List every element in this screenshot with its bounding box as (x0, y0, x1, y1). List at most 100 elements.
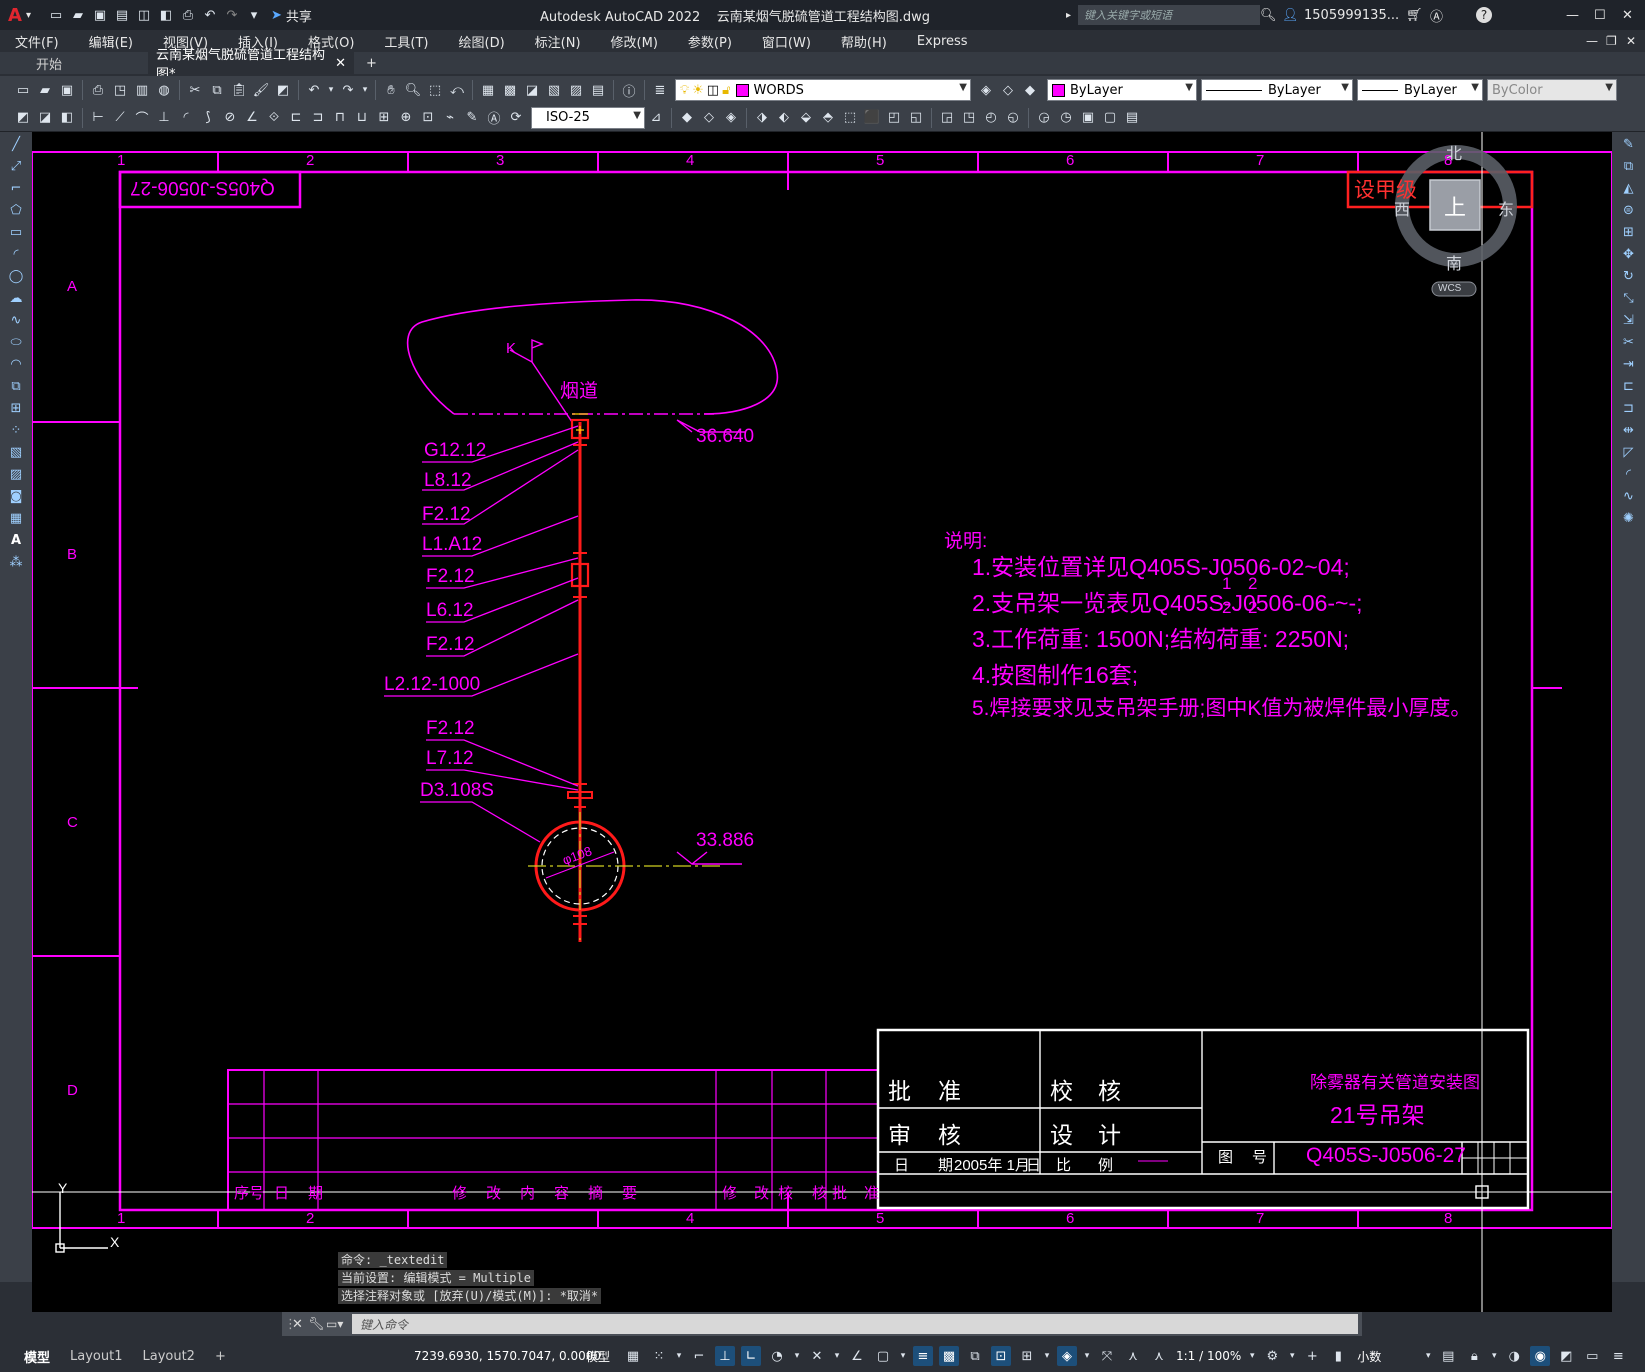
menu-edit[interactable]: 编辑(E) (74, 32, 148, 51)
quick-properties-icon[interactable]: ▤ (1438, 1346, 1458, 1366)
modify-6-icon[interactable]: ⬙ (797, 109, 815, 127)
viewcube-south[interactable]: 南 (1446, 250, 1462, 274)
command-input[interactable]: 键入命令 (352, 1314, 1358, 1334)
add-selected-icon[interactable]: ⁂ (5, 552, 27, 572)
dim-angular-icon[interactable]: ∠ (243, 109, 261, 127)
ortho-icon[interactable]: ∟ (741, 1346, 761, 1366)
paste-icon[interactable]: 📋︎ (230, 81, 248, 99)
dim-update-icon[interactable]: ⟳ (507, 109, 525, 127)
autocad-logo-icon[interactable]: A (8, 5, 22, 26)
modify-4-icon[interactable]: ⬗ (753, 109, 771, 127)
dim-continue-icon[interactable]: ⊐ (309, 109, 327, 127)
mirror-icon[interactable]: ◭ (1618, 178, 1640, 198)
annotation-scale-dropdown-icon[interactable]: ▾ (1248, 1346, 1256, 1366)
inspect-icon[interactable]: ⊡ (419, 109, 437, 127)
pan-icon[interactable]: ✋︎ (382, 81, 400, 99)
rectangle-icon[interactable]: ▭ (5, 222, 27, 242)
break-icon[interactable]: ⊐ (1618, 398, 1640, 418)
transparency-icon[interactable]: ▩ (939, 1346, 959, 1366)
dim-space-icon[interactable]: ⊓ (331, 109, 349, 127)
units-value[interactable]: 小数 (1357, 1348, 1417, 1365)
dynamic-input-icon[interactable]: ⊥ (715, 1346, 735, 1366)
properties-icon[interactable]: ▦ (479, 81, 497, 99)
move-icon[interactable]: ✥ (1618, 244, 1640, 264)
menu-draw[interactable]: 绘图(D) (444, 32, 520, 51)
circle-icon[interactable]: ◯ (5, 266, 27, 286)
layer-on-icon[interactable]: 💡︎ (680, 83, 689, 98)
graphics-performance-icon[interactable]: ◩ (1556, 1346, 1576, 1366)
object-snap-dropdown-icon[interactable]: ▾ (899, 1346, 907, 1366)
menu-modify[interactable]: 修改(M) (596, 32, 673, 51)
lineweight-icon[interactable]: ≡ (913, 1346, 933, 1366)
menu-window[interactable]: 窗口(W) (747, 32, 826, 51)
viewcube-east[interactable]: 东 (1498, 196, 1514, 220)
modify-18-icon[interactable]: ▣ (1079, 109, 1097, 127)
trim-icon[interactable]: ✂ (1618, 332, 1640, 352)
customization-icon[interactable]: ≡ (1608, 1346, 1628, 1366)
print-icon[interactable]: ⎙ (89, 81, 107, 99)
point-icon[interactable]: ⁘ (5, 420, 27, 440)
command-line-grip-icon[interactable]: ⋮ (284, 1317, 297, 1332)
region-icon[interactable]: ◙ (5, 486, 27, 506)
undo-tool-icon[interactable]: ↶ (305, 81, 323, 99)
modify-13-icon[interactable]: ◳ (960, 109, 978, 127)
save-icon[interactable]: ▣ (91, 6, 109, 24)
modify-3-icon[interactable]: ◈ (722, 109, 740, 127)
layer-lock-icon[interactable]: 🔓︎ (722, 83, 730, 98)
tool-b-icon[interactable]: ◪ (36, 109, 54, 127)
dynamic-ucs-icon[interactable]: ⊞ (1017, 1346, 1037, 1366)
markup-icon[interactable]: ▨ (567, 81, 585, 99)
dim-diameter-icon[interactable]: ⊘ (221, 109, 239, 127)
hatch-icon[interactable]: ▧ (5, 442, 27, 462)
snap-dropdown-icon[interactable]: ▾ (675, 1346, 683, 1366)
modify-9-icon[interactable]: ⬛ (863, 109, 881, 127)
rotate-icon[interactable]: ↻ (1618, 266, 1640, 286)
tab-model[interactable]: 模型 (14, 1345, 61, 1367)
color-dropdown[interactable]: ByLayer ▼ (1047, 79, 1197, 101)
isolate-objects-icon[interactable]: ◑ (1504, 1346, 1524, 1366)
layer-dropdown[interactable]: 💡︎ ☀ ◫ 🔓︎ WORDS ▼ (675, 79, 971, 101)
snap-icon[interactable]: ⁙ (649, 1346, 669, 1366)
menu-tools[interactable]: 工具(T) (369, 32, 443, 51)
copy-object-icon[interactable]: ⧉ (1618, 156, 1640, 176)
modify-1-icon[interactable]: ◆ (678, 109, 696, 127)
modify-8-icon[interactable]: ⬚ (841, 109, 859, 127)
modify-15-icon[interactable]: ◵ (1004, 109, 1022, 127)
hardware-acceleration-icon[interactable]: ◉ (1530, 1346, 1551, 1366)
match-properties-icon[interactable]: 🖌︎ (252, 81, 270, 99)
dim-jogged-icon[interactable]: ⟆ (199, 109, 217, 127)
viewcube-wcs[interactable]: WCS (1438, 283, 1461, 294)
space-toggle[interactable]: 模型 (586, 1348, 610, 1365)
arc-icon[interactable]: ◜ (5, 244, 27, 264)
minimize-button[interactable]: — (1566, 8, 1579, 23)
layer-properties-icon[interactable]: ≣ (651, 81, 669, 99)
units-dropdown-icon[interactable]: ▾ (1424, 1346, 1432, 1366)
auto-scale-icon[interactable]: ⋏ (1149, 1346, 1169, 1366)
linetype-dropdown[interactable]: ByLayer ▼ (1201, 79, 1353, 101)
search-icon[interactable]: 🔍︎ (1260, 8, 1277, 23)
sheet-set-icon[interactable]: ▧ (545, 81, 563, 99)
menu-help[interactable]: 帮助(H) (826, 32, 902, 51)
zoom-window-icon[interactable]: ⬚ (426, 81, 444, 99)
jogged-linear-icon[interactable]: ⌁ (441, 109, 459, 127)
redo-icon[interactable]: ↷ (223, 6, 241, 24)
menu-dimension[interactable]: 标注(N) (520, 32, 596, 51)
modify-7-icon[interactable]: ⬘ (819, 109, 837, 127)
dim-text-edit-icon[interactable]: Ⓐ (485, 109, 503, 127)
lock-ui-icon[interactable]: 🔒︎ (1464, 1346, 1484, 1366)
dim-aligned-icon[interactable]: ⟋ (111, 109, 129, 127)
modify-19-icon[interactable]: ▢ (1101, 109, 1119, 127)
command-close-icon[interactable]: ✕ (292, 1317, 308, 1332)
modify-2-icon[interactable]: ◇ (700, 109, 718, 127)
tab-layout2[interactable]: Layout2 (132, 1345, 204, 1367)
cut-icon[interactable]: ✂ (186, 81, 204, 99)
command-customize-icon[interactable]: 🔧︎ (308, 1317, 326, 1332)
selection-filter-icon[interactable]: ◈ (1057, 1346, 1077, 1366)
add-layout-button[interactable]: + (205, 1345, 236, 1367)
share-button[interactable]: ➤ 共享 (271, 6, 312, 25)
infer-constraints-icon[interactable]: ⌐ (689, 1346, 709, 1366)
plot-icon[interactable]: ⎙ (179, 6, 197, 24)
dim-arc-icon[interactable]: ⌒ (133, 109, 151, 127)
help-tool-icon[interactable]: ⓘ (620, 81, 638, 100)
new-icon[interactable]: ▭ (14, 81, 32, 99)
